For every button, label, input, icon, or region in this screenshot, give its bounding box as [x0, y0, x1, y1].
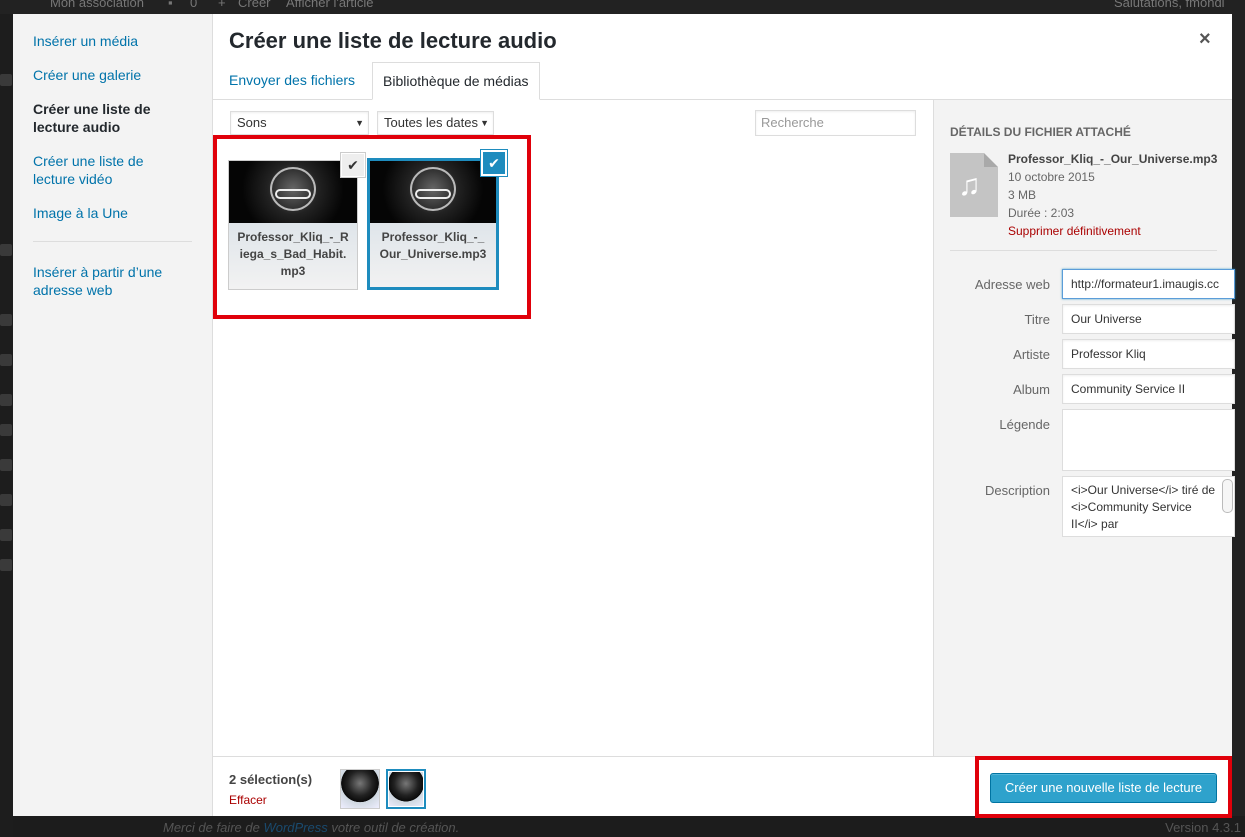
menu-icon[interactable]: [0, 394, 12, 406]
attachment-filename: Professor_Kliq_-_Our_Universe.mp3: [379, 230, 487, 261]
scrollbar[interactable]: [1222, 479, 1233, 513]
description-field[interactable]: <i>Our Universe</i> tiré de <i>Community…: [1062, 476, 1235, 537]
url-field[interactable]: http://formateur1.imaugis.cc: [1062, 269, 1235, 299]
description-text: <i>Our Universe</i> tiré de <i>Community…: [1071, 483, 1216, 531]
comments-count[interactable]: 0: [190, 0, 197, 10]
check-icon[interactable]: ✔: [482, 151, 506, 175]
create-playlist-button[interactable]: Créer une nouvelle liste de lecture: [990, 773, 1217, 803]
media-type-filter[interactable]: Sons ▼: [230, 111, 369, 135]
caption-field[interactable]: [1062, 409, 1235, 471]
attachment-tile[interactable]: Professor_Kliq_-_Riega_s_Bad_Habit.mp3 ✔: [228, 153, 365, 290]
menu-icon[interactable]: [0, 529, 12, 541]
description-label: Description: [984, 483, 1050, 498]
title-field[interactable]: Our Universe: [1062, 304, 1235, 334]
audio-file-icon: ♫: [950, 153, 998, 217]
comments-icon[interactable]: ▪: [168, 0, 173, 10]
album-field[interactable]: Community Service II: [1062, 374, 1235, 404]
menu-icon[interactable]: [0, 74, 12, 86]
modal-title: Créer une liste de lecture audio: [229, 28, 557, 53]
menu-separator: [33, 241, 192, 242]
details-filename: Professor_Kliq_-_Our_Universe.mp3: [1008, 152, 1218, 166]
tab-media-library[interactable]: Bibliothèque de médias: [372, 62, 540, 100]
menu-create-video-playlist[interactable]: Créer une liste de lecture vidéo: [33, 152, 183, 188]
menu-create-audio-playlist[interactable]: Créer une liste de lecture audio: [33, 100, 183, 136]
url-label: Adresse web: [974, 277, 1050, 292]
dropdown-arrow-icon: ▼: [480, 118, 489, 128]
search-input[interactable]: Recherche: [755, 110, 916, 136]
selection-thumbnail[interactable]: [386, 769, 426, 809]
wordpress-link[interactable]: WordPress: [263, 820, 327, 835]
album-art: [229, 161, 357, 223]
caption-label: Légende: [999, 417, 1050, 432]
clear-selection-link[interactable]: Effacer: [229, 793, 267, 807]
media-type-filter-value: Sons: [237, 115, 267, 130]
version: Version 4.3.1: [1165, 820, 1241, 835]
check-icon[interactable]: ✔: [341, 153, 365, 177]
menu-insert-from-url[interactable]: Insérer à partir d’une adresse web: [33, 263, 193, 299]
menu-icon[interactable]: [0, 354, 12, 366]
menu-icon[interactable]: [0, 244, 12, 256]
admin-footer: Merci de faire de WordPress votre outil …: [13, 816, 1245, 837]
album-label: Album: [1013, 382, 1050, 397]
details-heading: Détails du fichier attaché: [950, 125, 1131, 139]
media-toolbar: 2 sélection(s) Effacer Créer une nouvell…: [213, 756, 1232, 816]
attachment-filename: Professor_Kliq_-_Riega_s_Bad_Habit.mp3: [237, 230, 349, 278]
dropdown-arrow-icon: ▼: [355, 118, 364, 128]
menu-insert-media[interactable]: Insérer un média: [33, 32, 203, 50]
delete-permanently-link[interactable]: Supprimer définitivement: [1008, 222, 1141, 240]
menu-featured-image[interactable]: Image à la Une: [33, 204, 203, 222]
view-post-link[interactable]: Afficher l'article: [286, 0, 374, 10]
album-art: [370, 161, 496, 223]
attachment-details-sidebar: Détails du fichier attaché ♫ Professor_K…: [933, 100, 1235, 756]
footer-thanks: Merci de faire de WordPress votre outil …: [163, 820, 460, 835]
details-size: 3 MB: [1008, 188, 1037, 202]
tab-upload-files[interactable]: Envoyer des fichiers: [219, 62, 365, 100]
artist-field[interactable]: Professor Kliq: [1062, 339, 1235, 369]
menu-icon[interactable]: [0, 424, 12, 436]
details-duration: Durée : 2:03: [1008, 206, 1075, 220]
menu-icon[interactable]: [0, 494, 12, 506]
menu-icon[interactable]: [0, 459, 12, 471]
router-tabs: Envoyer des fichiers Bibliothèque de méd…: [213, 14, 1232, 100]
attachments-browser: Sons ▼ Toutes les dates ▼ Recherche Prof…: [213, 100, 933, 756]
menu-icon[interactable]: [0, 559, 12, 571]
menu-create-gallery[interactable]: Créer une galerie: [33, 66, 203, 84]
media-modal: Insérer un média Créer une galerie Créer…: [13, 14, 1235, 818]
selection-count: 2 sélection(s): [229, 772, 313, 787]
artist-label: Artiste: [1013, 347, 1050, 362]
date-filter[interactable]: Toutes les dates ▼: [377, 111, 494, 135]
plus-icon: +: [218, 0, 226, 10]
details-date: 10 octobre 2015: [1008, 170, 1095, 184]
admin-menu: [0, 14, 13, 837]
details-separator: [950, 250, 1217, 251]
date-filter-value: Toutes les dates: [384, 115, 478, 130]
site-name[interactable]: Mon association: [50, 0, 144, 10]
close-icon[interactable]: ×: [1199, 28, 1211, 51]
menu-icon[interactable]: [0, 314, 12, 326]
new-link[interactable]: Créer: [238, 0, 271, 10]
attachment-tile[interactable]: Professor_Kliq_-_Our_Universe.mp3 ✔: [367, 151, 506, 290]
admin-bar: Mon association ▪ 0 + Créer Afficher l'a…: [0, 0, 1245, 14]
title-label: Titre: [1024, 312, 1050, 327]
greeting[interactable]: Salutations, fmondi: [1114, 0, 1225, 10]
media-menu: Insérer un média Créer une galerie Créer…: [13, 14, 213, 816]
selection-thumbnail[interactable]: [340, 769, 380, 809]
